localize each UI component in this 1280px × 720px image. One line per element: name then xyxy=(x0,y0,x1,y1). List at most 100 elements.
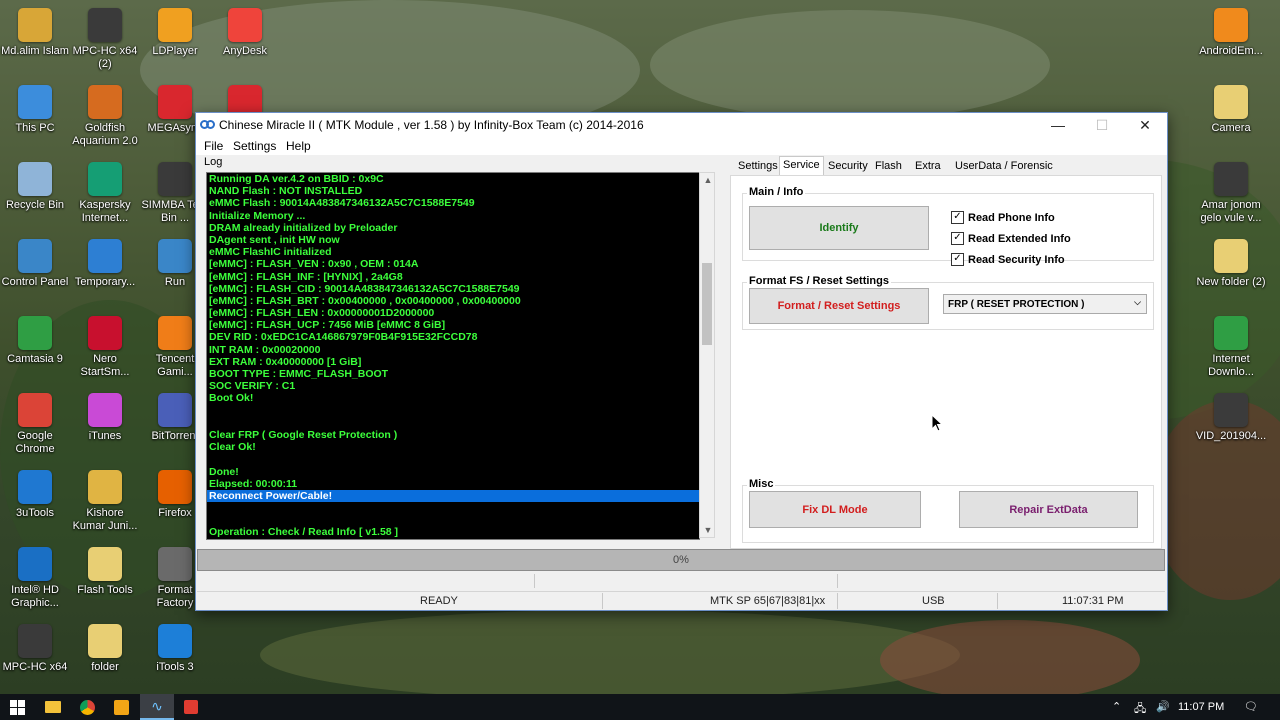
taskbar-clock[interactable]: 11:07 PM xyxy=(1178,701,1224,713)
maximize-button[interactable]: ☐ xyxy=(1080,113,1124,137)
desktop-icon[interactable]: Intel® HD Graphic... xyxy=(0,547,71,610)
desktop-icon[interactable]: Temporary... xyxy=(69,239,141,289)
tab-extra[interactable]: Extra xyxy=(912,158,944,175)
log-label: Log xyxy=(204,156,223,168)
status-bar: READY MTK SP 65|67|83|81|xx USB 11:07:31… xyxy=(197,591,1165,610)
log-output[interactable]: Running DA ver.4.2 on BBID : 0x9C NAND Fl… xyxy=(206,172,700,540)
log-line: Elapsed: 00:00:11 xyxy=(209,477,298,490)
desktop-icon[interactable]: Nero StartSm... xyxy=(69,316,141,379)
taskbar-miracle[interactable]: ∿ xyxy=(140,694,174,720)
desktop-icon[interactable]: Recycle Bin xyxy=(0,162,71,212)
computer-icon xyxy=(18,85,52,119)
desktop-icon[interactable]: folder xyxy=(69,624,141,674)
desktop-icon-label: iTunes xyxy=(88,430,122,442)
read-extended-info-label: Read Extended Info xyxy=(968,232,1071,245)
menu-file[interactable]: File xyxy=(204,139,223,153)
volume-icon[interactable]: 🔊 xyxy=(1156,700,1170,713)
status-separator xyxy=(997,593,998,609)
tab-flash[interactable]: Flash xyxy=(872,158,905,175)
mega-icon xyxy=(158,85,192,119)
desktop-icon[interactable]: iTools 3 xyxy=(139,624,211,674)
scroll-down-icon[interactable]: ▼ xyxy=(700,525,716,535)
checkbox-checked-icon: ✓ xyxy=(951,253,964,266)
desktop-icon[interactable]: Flash Tools xyxy=(69,547,141,597)
red-app-icon xyxy=(184,700,198,714)
read-phone-info-label: Read Phone Info xyxy=(968,211,1055,224)
desktop-icon[interactable]: Kaspersky Internet... xyxy=(69,162,141,225)
taskbar-red-app[interactable] xyxy=(174,694,208,720)
log-line: Running DA ver.4.2 on BBID : 0x9C xyxy=(209,173,384,185)
desktop-icon[interactable]: AnyDesk xyxy=(209,8,281,58)
chevron-down-icon: ⌵ xyxy=(1134,297,1141,307)
tencent-icon xyxy=(158,316,192,350)
desktop-icon[interactable]: iTunes xyxy=(69,393,141,443)
scroll-thumb[interactable] xyxy=(702,263,712,345)
windows-start-icon xyxy=(9,699,25,715)
tab-settings[interactable]: Settings xyxy=(735,158,781,175)
repair-extdata-button[interactable]: Repair ExtData xyxy=(959,491,1138,528)
tab-userdata-forensic[interactable]: UserData / Forensic xyxy=(952,158,1056,175)
menu-help[interactable]: Help xyxy=(286,139,311,153)
desktop-icon[interactable]: MPC-HC x64 xyxy=(0,624,71,674)
desktop-icon[interactable]: Md.alim Islam xyxy=(0,8,71,58)
desktop-icon[interactable]: Camera xyxy=(1195,85,1267,135)
desktop-icon[interactable]: New folder (2) xyxy=(1195,239,1267,289)
desktop-icon-label: Intel® HD Graphic... xyxy=(11,584,59,609)
chrome-icon xyxy=(79,699,95,715)
desktop-icon[interactable]: LDPlayer xyxy=(139,8,211,58)
desktop-icon[interactable]: Goldfish Aquarium 2.0 xyxy=(69,85,141,148)
identify-button[interactable]: Identify xyxy=(749,206,929,250)
desktop-icon-label: New folder (2) xyxy=(1196,276,1266,288)
log-line: DRAM already initialized by Preloader xyxy=(209,221,398,234)
network-icon[interactable]: 🖧 xyxy=(1134,700,1146,719)
desktop-icon[interactable]: Internet Downlo... xyxy=(1195,316,1267,379)
desktop-icon-label: Recycle Bin xyxy=(5,199,65,211)
read-security-info-checkbox[interactable]: ✓ Read Security Info xyxy=(951,253,1065,266)
tab-service[interactable]: Service xyxy=(779,156,824,176)
run-icon xyxy=(158,239,192,273)
minimize-button[interactable]: — xyxy=(1036,113,1080,137)
intel-graphics-icon xyxy=(18,547,52,581)
desktop-icon[interactable]: 3uTools xyxy=(0,470,71,520)
recycle-bin-icon xyxy=(18,162,52,196)
scroll-up-icon[interactable]: ▲ xyxy=(700,175,716,185)
desktop-icon[interactable]: Camtasia 9 xyxy=(0,316,71,366)
desktop-icon-label: Control Panel xyxy=(1,276,69,288)
log-line: EXT RAM : 0x40000000 [1 GiB] xyxy=(209,355,362,368)
title-bar[interactable]: Chinese Miracle II ( MTK Module , ver 1.… xyxy=(196,113,1167,137)
log-scrollbar[interactable]: ▲ ▼ xyxy=(699,172,715,538)
format-mode-select[interactable]: FRP ( RESET PROTECTION ) ⌵ xyxy=(943,294,1147,314)
desktop-icon-label: 3uTools xyxy=(16,507,54,519)
tab-security[interactable]: Security xyxy=(825,158,871,175)
chevron-up-icon[interactable]: ⌃ xyxy=(1112,700,1121,713)
read-extended-info-checkbox[interactable]: ✓ Read Extended Info xyxy=(951,232,1071,245)
maximize-icon: ☐ xyxy=(1095,117,1109,133)
desktop-icon-label: Amar jonom gelo vule v... xyxy=(1200,199,1262,224)
folder-icon xyxy=(88,470,122,504)
menu-settings[interactable]: Settings xyxy=(233,139,276,153)
desktop-icon[interactable]: Google Chrome xyxy=(0,393,71,456)
start-button[interactable] xyxy=(0,694,34,720)
miracle-logo-icon xyxy=(200,120,215,129)
log-line: [eMMC] : FLASH_CID : 90014A483847346132A… xyxy=(209,282,520,295)
fix-dl-mode-button[interactable]: Fix DL Mode xyxy=(749,491,921,528)
desktop-icon[interactable]: This PC xyxy=(0,85,71,135)
desktop-icon[interactable]: AndroidEm... xyxy=(1195,8,1267,58)
desktop-icon[interactable]: VID_201904... xyxy=(1195,393,1267,443)
desktop-icon-label: This PC xyxy=(15,122,55,134)
desktop-icon[interactable]: Kishore Kumar Juni... xyxy=(69,470,141,533)
desktop-icon[interactable]: Control Panel xyxy=(0,239,71,289)
read-phone-info-checkbox[interactable]: ✓ Read Phone Info xyxy=(951,211,1055,224)
desktop-icon-label: iTools 3 xyxy=(156,661,194,673)
notification-icon[interactable]: 🗨 xyxy=(1244,700,1258,713)
format-reset-button[interactable]: Format / Reset Settings xyxy=(749,288,929,324)
taskbar-file-explorer[interactable] xyxy=(36,694,70,720)
window-title: Chinese Miracle II ( MTK Module , ver 1.… xyxy=(219,118,644,132)
taskbar-chrome[interactable] xyxy=(70,694,104,720)
desktop-icon[interactable]: MPC-HC x64 (2) xyxy=(69,8,141,71)
taskbar-media-player[interactable] xyxy=(104,694,138,720)
desktop-icon[interactable]: Amar jonom gelo vule v... xyxy=(1195,162,1267,225)
close-button[interactable]: ✕ xyxy=(1123,113,1167,137)
